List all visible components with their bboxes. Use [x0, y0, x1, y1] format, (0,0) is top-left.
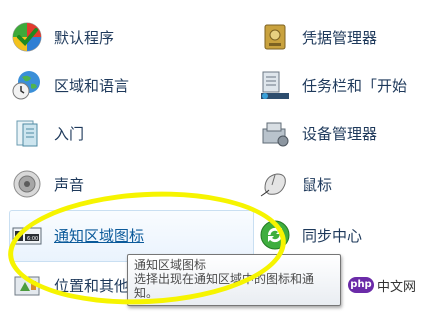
svg-text:6:00: 6:00 — [27, 236, 38, 242]
tooltip-title: 通知区域图标 — [134, 258, 207, 272]
getting-started-item[interactable]: 入门 — [10, 115, 84, 151]
credential-manager-item[interactable]: 凭据管理器 — [258, 19, 377, 55]
getting-started-icon — [10, 116, 44, 150]
watermark-text: 中文网 — [377, 279, 417, 295]
region-language-icon — [10, 68, 44, 102]
default-programs-item[interactable]: 默认程序 — [10, 19, 114, 55]
sync-center-icon — [258, 218, 292, 252]
credential-manager-label: 凭据管理器 — [302, 28, 378, 47]
default-programs-icon — [10, 20, 44, 54]
sound-label: 声音 — [54, 175, 85, 194]
location-sensors-icon — [10, 268, 44, 302]
location-sensors-label: 位置和其他 — [54, 276, 130, 295]
tooltip-description-line1: 选择出现在通知区域中的图标和通 — [134, 272, 315, 286]
notification-area-label: 通知区域图标 — [54, 226, 145, 245]
location-sensors-item[interactable]: 位置和其他 — [10, 267, 129, 303]
device-manager-icon — [258, 116, 292, 150]
default-programs-label: 默认程序 — [54, 28, 115, 47]
device-manager-label: 设备管理器 — [302, 124, 378, 143]
region-language-label: 区域和语言 — [54, 76, 130, 95]
taskbar-start-item[interactable]: 任务栏和「开始 — [258, 67, 407, 103]
sound-item[interactable]: 声音 — [10, 166, 84, 202]
region-language-item[interactable]: 区域和语言 — [10, 67, 129, 103]
device-manager-item[interactable]: 设备管理器 — [258, 115, 377, 151]
sound-icon — [10, 167, 44, 201]
sync-center-label: 同步中心 — [302, 226, 363, 245]
tooltip-description-line2: 知。 — [134, 286, 159, 300]
taskbar-start-label: 任务栏和「开始 — [302, 76, 408, 95]
mouse-item[interactable]: 鼠标 — [258, 166, 332, 202]
notification-area-tooltip: 通知区域图标 选择出现在通知区域中的图标和通 知。 — [127, 254, 341, 306]
notification-area-item[interactable]: 6:00 通知区域图标 — [10, 217, 144, 253]
taskbar-start-icon — [258, 68, 292, 102]
getting-started-label: 入门 — [54, 124, 85, 143]
mouse-label: 鼠标 — [302, 175, 333, 194]
mouse-icon — [258, 167, 292, 201]
sync-center-item[interactable]: 同步中心 — [258, 217, 362, 253]
watermark-logo: php — [348, 277, 374, 293]
notification-area-icon: 6:00 — [10, 218, 44, 252]
watermark: php 中文网 — [345, 275, 420, 295]
credential-manager-icon — [258, 20, 292, 54]
